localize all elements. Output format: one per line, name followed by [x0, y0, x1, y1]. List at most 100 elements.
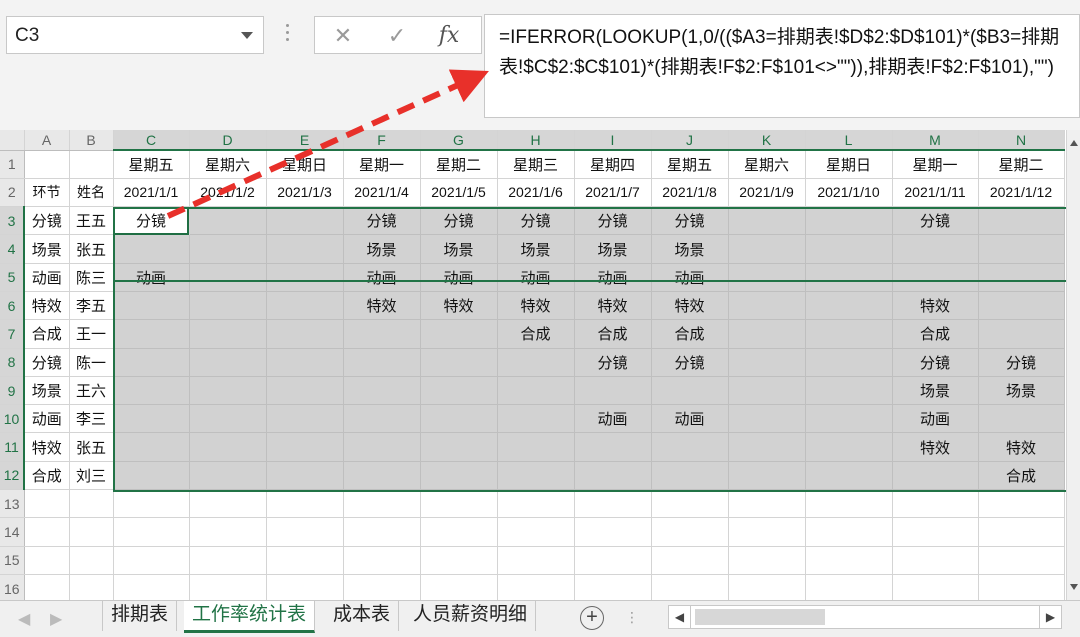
grid-cell[interactable] — [24, 489, 70, 519]
active-cell[interactable]: 分镜 — [113, 206, 190, 236]
grid-cell[interactable]: 动画 — [24, 263, 70, 292]
row-header[interactable]: 15 — [0, 546, 25, 575]
grid-cell[interactable] — [266, 546, 344, 575]
grid-cell[interactable]: 星期六 — [728, 150, 806, 179]
grid-cell[interactable] — [892, 574, 979, 600]
grid-cell[interactable]: 场景 — [892, 376, 979, 406]
grid-cell[interactable]: 特效 — [24, 291, 70, 321]
grid-cell[interactable] — [266, 432, 344, 462]
grid-cell[interactable]: 场景 — [420, 234, 498, 264]
grid-cell[interactable] — [69, 489, 114, 519]
grid-cell[interactable] — [651, 574, 729, 600]
grid-cell[interactable] — [805, 348, 893, 377]
grid-cell[interactable] — [651, 376, 729, 406]
grid-cell[interactable] — [574, 517, 652, 547]
grid-cell[interactable]: 特效 — [892, 432, 979, 462]
grid-cell[interactable] — [497, 432, 575, 462]
grid-cell[interactable] — [189, 376, 267, 406]
grid-cell[interactable] — [420, 404, 498, 434]
column-header-m[interactable]: M — [892, 130, 979, 151]
grid-cell[interactable] — [978, 517, 1065, 547]
grid-cell[interactable]: 动画 — [420, 263, 498, 292]
grid-cell[interactable] — [266, 376, 344, 406]
grid-cell[interactable] — [189, 319, 267, 349]
row-header[interactable]: 8 — [0, 348, 25, 377]
grid-cell[interactable] — [805, 489, 893, 519]
grid-cell[interactable] — [343, 574, 421, 600]
column-header-k[interactable]: K — [728, 130, 806, 151]
grid-cell[interactable]: 分镜 — [420, 206, 498, 236]
grid-cell[interactable] — [113, 404, 190, 434]
grid-cell[interactable] — [574, 432, 652, 462]
grid-cell[interactable] — [651, 461, 729, 491]
column-header-i[interactable]: I — [574, 130, 652, 151]
grid-cell[interactable] — [24, 150, 70, 179]
grid-cell[interactable]: 特效 — [978, 432, 1065, 462]
grid-cell[interactable]: 星期五 — [651, 150, 729, 179]
grid-cell[interactable] — [113, 546, 190, 575]
grid-cell[interactable] — [978, 291, 1065, 321]
grid-cell[interactable] — [343, 404, 421, 434]
grid-cell[interactable] — [420, 432, 498, 462]
grid-cell[interactable] — [266, 574, 344, 600]
grid-cell[interactable] — [574, 461, 652, 491]
column-header-n[interactable]: N — [978, 130, 1065, 151]
row-header[interactable]: 1 — [0, 150, 25, 179]
grid-cell[interactable]: 星期四 — [574, 150, 652, 179]
grid-cell[interactable] — [728, 376, 806, 406]
grid-cell[interactable] — [892, 489, 979, 519]
tab-next-icon[interactable]: ▶ — [50, 609, 62, 629]
grid-cell[interactable] — [113, 376, 190, 406]
grid-cell[interactable] — [892, 263, 979, 292]
row-header[interactable]: 4 — [0, 234, 25, 264]
grid-cell[interactable]: 2021/1/10 — [805, 178, 893, 208]
grid-cell[interactable] — [497, 574, 575, 600]
grid-cell[interactable] — [266, 489, 344, 519]
grid-cell[interactable]: 特效 — [24, 432, 70, 462]
more-icon[interactable]: ⋮ — [625, 609, 640, 626]
grid-cell[interactable] — [343, 517, 421, 547]
vertical-scrollbar[interactable] — [1066, 130, 1080, 600]
grid-cell[interactable]: 姓名 — [69, 178, 114, 208]
grid-cell[interactable] — [266, 348, 344, 377]
grid-cell[interactable]: 动画 — [497, 263, 575, 292]
grid-cell[interactable] — [728, 234, 806, 264]
horizontal-scrollbar[interactable]: ◀ ▶ — [668, 605, 1062, 629]
grid-cell[interactable] — [420, 517, 498, 547]
row-header[interactable]: 14 — [0, 517, 25, 547]
grid-cell[interactable] — [189, 291, 267, 321]
grid-cell[interactable] — [189, 432, 267, 462]
arrow-down-icon[interactable] — [1070, 584, 1078, 590]
grid-cell[interactable] — [651, 432, 729, 462]
grid-cell[interactable] — [266, 404, 344, 434]
grid-cell[interactable] — [69, 546, 114, 575]
grid-cell[interactable]: 合成 — [24, 319, 70, 349]
grid-cell[interactable]: 动画 — [24, 404, 70, 434]
grid-cell[interactable] — [978, 206, 1065, 236]
grid-cell[interactable]: 动画 — [343, 263, 421, 292]
select-all-corner[interactable] — [0, 130, 25, 151]
arrow-left-icon[interactable]: ◀ — [669, 606, 691, 628]
grid-cell[interactable] — [420, 546, 498, 575]
grid-cell[interactable]: 分镜 — [24, 206, 70, 236]
grid-cell[interactable] — [978, 319, 1065, 349]
grid-cell[interactable]: 场景 — [651, 234, 729, 264]
grid-cell[interactable]: 分镜 — [978, 348, 1065, 377]
grid-cell[interactable] — [497, 546, 575, 575]
grid-cell[interactable] — [805, 461, 893, 491]
grid-cell[interactable] — [266, 206, 344, 236]
grid-cell[interactable] — [189, 263, 267, 292]
grid-cell[interactable] — [978, 574, 1065, 600]
grid-cell[interactable]: 刘三 — [69, 461, 114, 491]
grid-cell[interactable]: 李五 — [69, 291, 114, 321]
grid-cell[interactable] — [420, 574, 498, 600]
grid-cell[interactable] — [343, 432, 421, 462]
tab-salary[interactable]: 人员薪资明细 — [405, 601, 537, 631]
grid-cell[interactable] — [343, 319, 421, 349]
grid-cell[interactable] — [420, 348, 498, 377]
grid-cell[interactable]: 陈一 — [69, 348, 114, 377]
column-header-d[interactable]: D — [189, 130, 267, 151]
row-header[interactable]: 2 — [0, 178, 25, 208]
grid-cell[interactable]: 特效 — [497, 291, 575, 321]
grid-cell[interactable]: 动画 — [651, 404, 729, 434]
